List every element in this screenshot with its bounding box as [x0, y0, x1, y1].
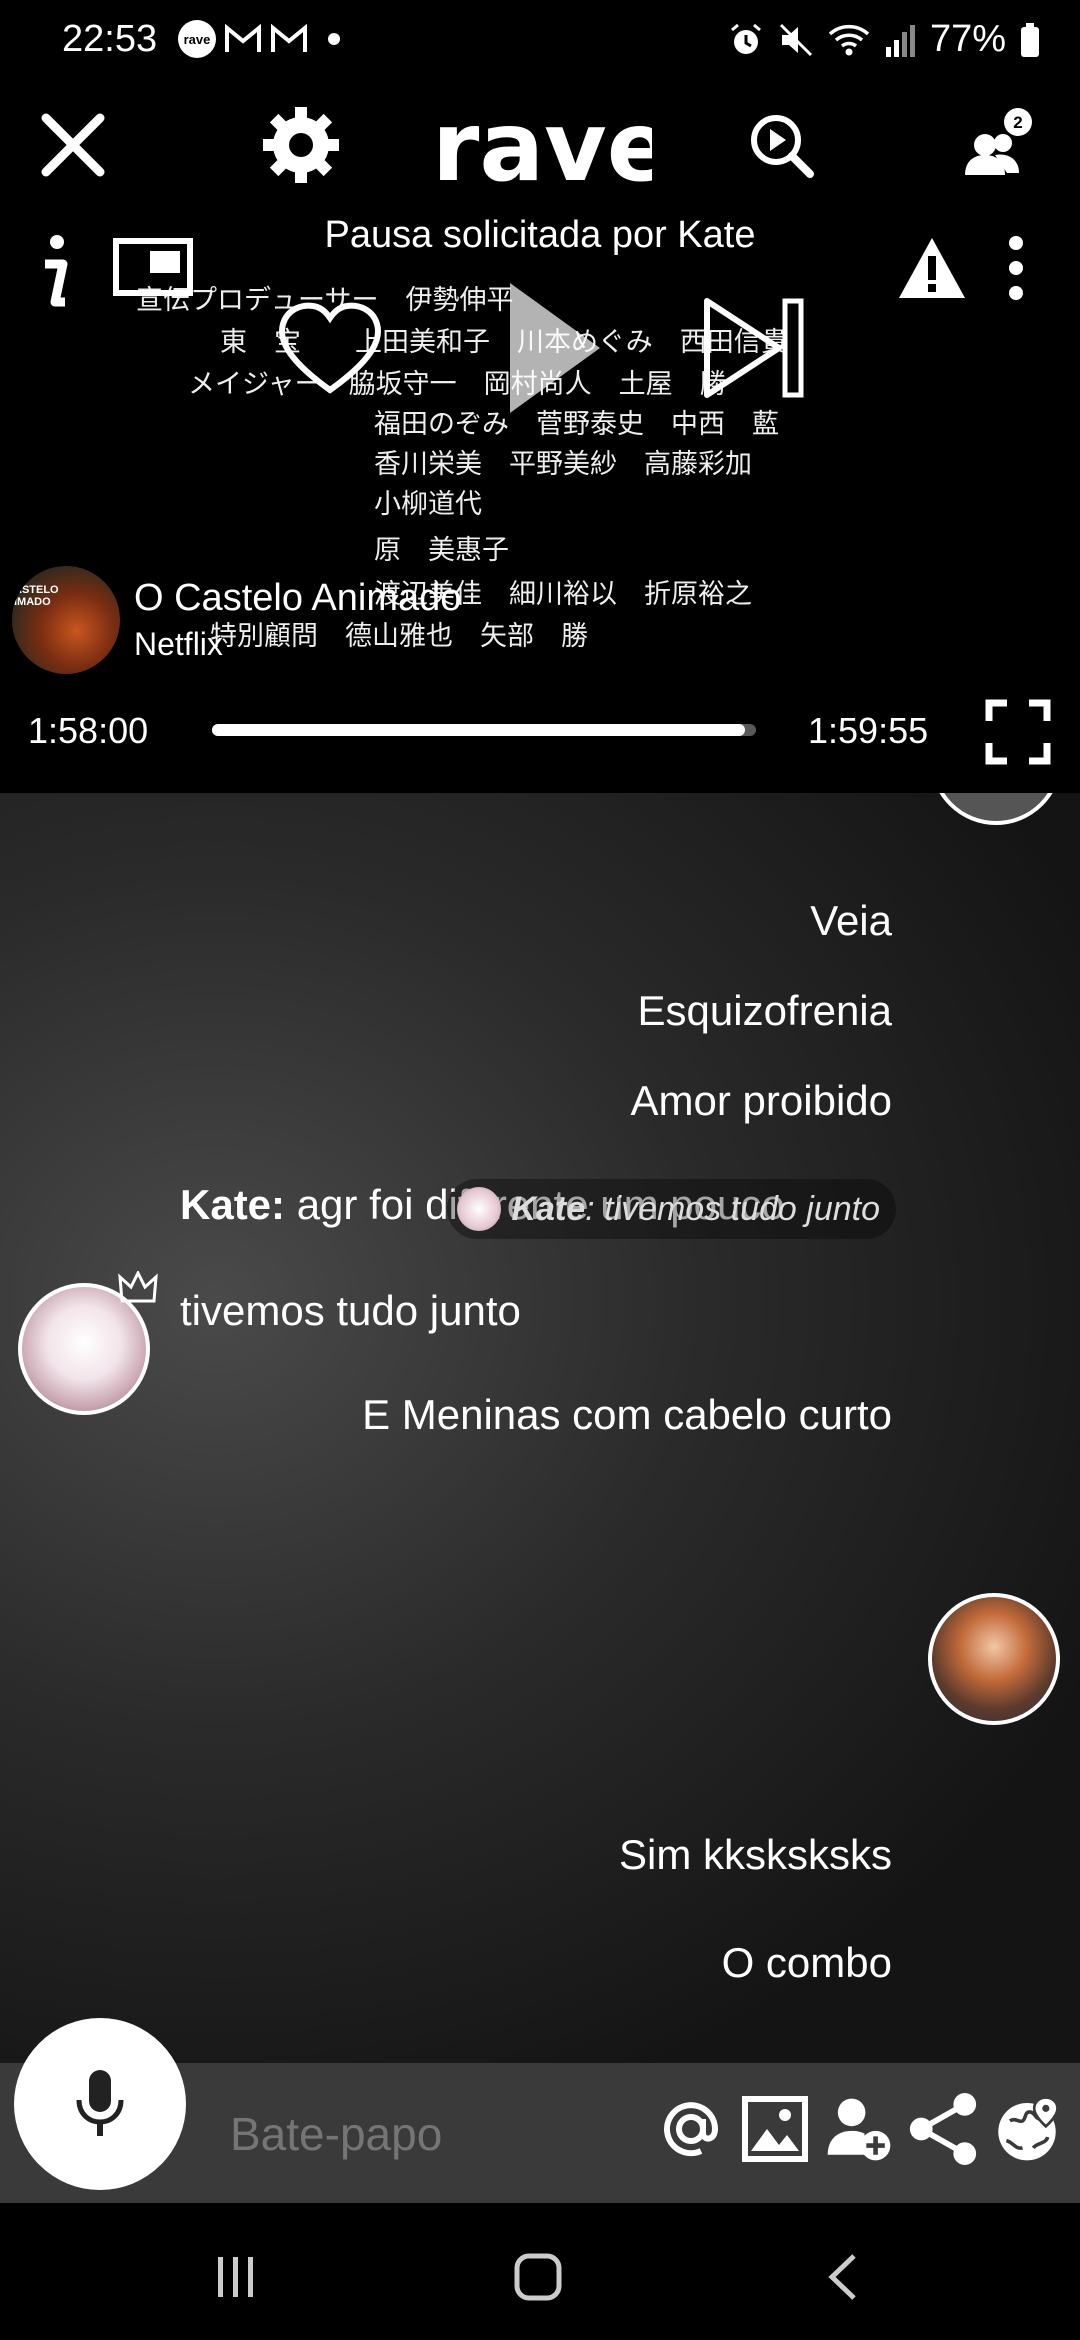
recents-icon: [218, 2257, 253, 2297]
image-button[interactable]: [740, 2089, 810, 2169]
location-button[interactable]: [992, 2089, 1062, 2169]
play-icon: [510, 283, 600, 413]
warning-icon: [899, 238, 965, 298]
home-button[interactable]: [508, 2247, 568, 2307]
progress-fill: [212, 724, 746, 736]
battery-icon: [1021, 22, 1039, 57]
rave-logo: rave: [432, 98, 652, 198]
battery-percent: 77%: [929, 18, 1006, 60]
content-title: O Castelo Animado: [134, 577, 462, 619]
chat-message: Amor proibido: [630, 1077, 892, 1124]
fullscreen-icon: [985, 699, 1051, 765]
more-vert-icon: [1009, 236, 1023, 300]
close-button[interactable]: [28, 100, 118, 190]
info-icon: [45, 235, 68, 307]
users-icon: 2: [965, 108, 1032, 175]
heart-icon: [279, 302, 381, 394]
chat-message: Veia: [810, 897, 892, 944]
alarm-icon: [730, 23, 761, 54]
avatar[interactable]: [930, 793, 1062, 825]
chat-message: E Meninas com cabelo curto: [362, 1391, 892, 1438]
recents-button[interactable]: [206, 2247, 266, 2307]
users-button[interactable]: 2: [950, 100, 1040, 190]
chat-message: tivemos tudo junto: [180, 1287, 521, 1334]
status-time: 22:53: [62, 18, 158, 60]
video-player[interactable]: 宣伝プロデューサー 伊勢伸平 東 宝 上田美和子 川本めぐみ 西田信貴 メイジャ…: [0, 208, 1080, 793]
now-playing-info: ASTELO IMADO O Castelo Animado Netflix: [12, 566, 461, 674]
image-icon: [742, 2096, 808, 2162]
content-provider: Netflix: [134, 626, 223, 662]
pip-button[interactable]: [108, 230, 198, 310]
system-nav-bar: [0, 2203, 1080, 2340]
content-poster: ASTELO IMADO: [12, 566, 120, 674]
close-icon: [41, 113, 105, 177]
search-play-button[interactable]: [736, 100, 826, 190]
invite-user-button[interactable]: [824, 2089, 894, 2169]
chat-message: O combo: [721, 1939, 892, 1986]
home-icon: [514, 2253, 562, 2301]
dot-icon: [328, 33, 340, 45]
current-time: 1:58:00: [28, 710, 149, 751]
svg-text:2: 2: [1013, 113, 1022, 132]
mention-button[interactable]: [656, 2089, 726, 2169]
message-author: Kate:: [180, 1181, 286, 1228]
settings-icon: [263, 107, 339, 183]
like-button[interactable]: [270, 288, 390, 408]
chat-message: Sim kksksksks: [619, 1831, 892, 1878]
chat-input[interactable]: [230, 2107, 610, 2161]
total-time: 1:59:55: [808, 710, 929, 751]
chat-message: Esquizofrenia: [637, 987, 892, 1034]
add-user-icon: [827, 2098, 891, 2161]
fullscreen-button[interactable]: [978, 692, 1058, 772]
skip-next-icon: [704, 298, 804, 398]
share-button[interactable]: [908, 2089, 978, 2169]
mention-icon: [664, 2102, 719, 2157]
mute-icon: [779, 23, 812, 56]
report-button[interactable]: [892, 228, 972, 308]
avatar-self[interactable]: [928, 1593, 1060, 1725]
mic-button[interactable]: [14, 2018, 186, 2190]
skip-next-button[interactable]: [690, 288, 820, 408]
app-bar: rave 2: [0, 80, 1080, 208]
wifi-icon: [828, 24, 870, 55]
search-play-icon: [751, 115, 814, 178]
crown-icon: [118, 1271, 158, 1303]
back-button[interactable]: [814, 2247, 874, 2307]
pip-icon: [113, 238, 193, 296]
chat-input-bar: [0, 2018, 1080, 2203]
gmail-icon: [271, 23, 307, 52]
more-options-button[interactable]: [986, 228, 1046, 308]
svg-text:rave: rave: [432, 98, 652, 198]
back-icon: [828, 2254, 856, 2300]
progress-bar[interactable]: [212, 724, 756, 736]
settings-button[interactable]: [256, 100, 346, 190]
info-button[interactable]: [18, 222, 88, 322]
mic-icon: [76, 2070, 124, 2136]
share-icon: [909, 2093, 977, 2165]
rave-icon: rave: [178, 20, 216, 58]
chat-area[interactable]: Veia Esquizofrenia Amor proibido Kate: a…: [0, 793, 1080, 2063]
signal-icon: [885, 24, 915, 57]
reply-avatar: [457, 1187, 502, 1231]
gmail-icon: [225, 23, 261, 52]
play-button[interactable]: [480, 268, 620, 428]
reply-quote[interactable]: Kate: tivemos tudo junto: [447, 1179, 896, 1239]
status-bar: 22:53 rave 77%: [0, 0, 1080, 80]
globe-location-icon: [998, 2096, 1059, 2161]
